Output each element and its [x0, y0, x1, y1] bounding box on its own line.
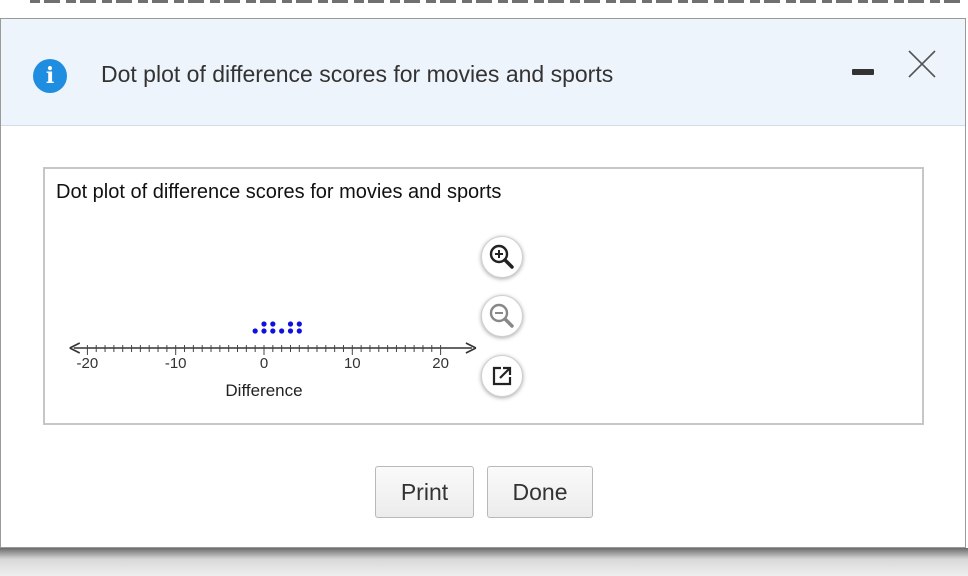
close-icon	[908, 50, 936, 78]
minimize-button[interactable]	[844, 62, 880, 84]
dialog-header: i Dot plot of difference scores for movi…	[1, 19, 965, 126]
minimize-icon	[852, 69, 874, 75]
data-dot	[270, 328, 276, 334]
data-dot	[252, 328, 258, 334]
print-button[interactable]: Print	[375, 466, 474, 518]
tick-label: 10	[344, 355, 361, 372]
tick-label: -20	[77, 355, 99, 372]
close-button[interactable]	[903, 47, 939, 83]
background-page	[0, 0, 968, 18]
data-dot	[287, 321, 294, 327]
data-dot	[287, 328, 294, 334]
data-dot	[261, 321, 267, 327]
data-dot	[261, 328, 267, 334]
dialog-title: Dot plot of difference scores for movies…	[101, 61, 614, 87]
figure-panel: Dot plot of difference scores for movies…	[43, 167, 924, 425]
open-external-button[interactable]	[481, 355, 523, 397]
x-axis-label: Difference	[225, 381, 302, 400]
data-dot	[296, 321, 302, 327]
data-dot	[279, 328, 285, 334]
zoom-out-button[interactable]	[481, 295, 523, 337]
external-link-icon	[492, 366, 512, 386]
data-dot	[270, 321, 276, 327]
tick-label: 0	[260, 355, 268, 372]
tick-label: 20	[432, 355, 449, 372]
done-button[interactable]: Done	[487, 466, 593, 518]
tick-label: -10	[165, 355, 187, 372]
data-dot	[296, 328, 302, 334]
info-icon: i	[33, 59, 67, 93]
figure-dialog: i Dot plot of difference scores for movi…	[0, 18, 966, 548]
window-shadow	[0, 548, 968, 576]
zoom-in-button[interactable]	[481, 236, 523, 278]
zoom-out-icon	[489, 303, 514, 328]
zoom-in-icon	[489, 244, 514, 269]
